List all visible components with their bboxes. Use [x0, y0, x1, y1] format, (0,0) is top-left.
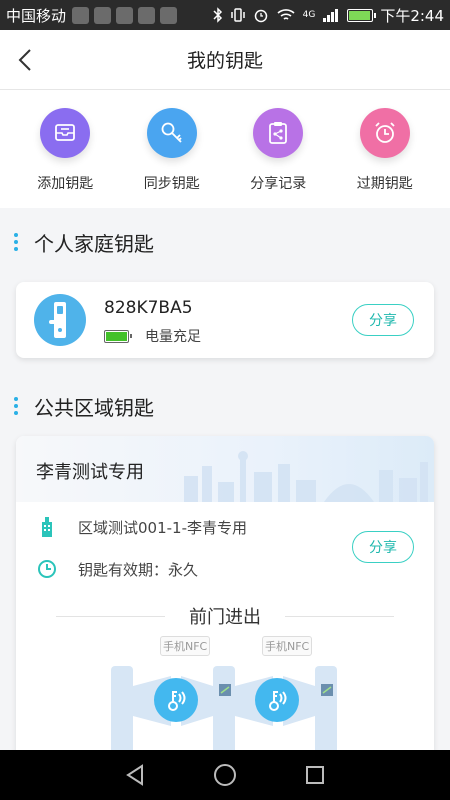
sync-key-icon: [146, 108, 197, 158]
alarm-icon: [254, 9, 267, 23]
door-title: 前门进出: [189, 607, 261, 628]
nav-back-button[interactable]: [123, 763, 147, 787]
wifi-icon: [277, 9, 295, 20]
public-area-card[interactable]: 李青测试专用 区域测试001-1-李青专用 钥匙有效期：永久 分享 前门进出 手…: [16, 436, 434, 766]
clock: 下午2:44: [380, 6, 444, 25]
notification-icons: [72, 6, 178, 24]
public-section-title: 公共区域钥匙: [34, 395, 154, 420]
battery-full-icon: [104, 329, 132, 343]
expired-key-icon: [359, 108, 410, 158]
validity-text: 钥匙有效期：永久: [78, 560, 199, 579]
back-button[interactable]: [14, 46, 36, 74]
share-record-icon: [253, 108, 304, 158]
battery-status-text: 电量充足: [145, 329, 201, 345]
section-marker-icon: [14, 397, 18, 415]
battery-icon: [347, 8, 377, 22]
nav-home-button[interactable]: [213, 763, 237, 787]
public-share-button[interactable]: 分享: [352, 531, 414, 563]
public-section-header: 公共区域钥匙: [0, 386, 450, 426]
divider: [56, 615, 165, 617]
section-marker-icon: [14, 233, 18, 251]
area-detail-row: 区域测试001-1-李青专用: [36, 516, 247, 538]
personal-key-card[interactable]: 828K7BA5 电量充足 分享: [16, 282, 434, 358]
area-card-header: 李青测试专用: [16, 436, 434, 502]
area-detail-text: 区域测试001-1-李青专用: [78, 518, 247, 537]
door-lock-icon: [34, 294, 86, 346]
signal-icon: [323, 9, 339, 22]
add-key-label: 添加钥匙: [37, 176, 94, 192]
page-title: 我的钥匙: [186, 50, 263, 72]
personal-share-button[interactable]: 分享: [352, 304, 414, 336]
personal-section-header: 个人家庭钥匙: [0, 222, 450, 262]
bluetooth-icon: [213, 7, 222, 23]
validity-row: 钥匙有效期：永久: [36, 558, 198, 580]
app-header: 我的钥匙: [0, 30, 450, 90]
clock-icon: [36, 558, 58, 580]
personal-section-title: 个人家庭钥匙: [34, 231, 154, 256]
notification-icon: [94, 6, 112, 24]
status-bar: 中国移动 4G 下午2:44: [0, 0, 450, 30]
notification-icon: [116, 6, 134, 24]
quick-actions: 添加钥匙 同步钥匙 分享记录 过期钥匙: [0, 90, 450, 208]
key-name: 828K7BA5: [104, 298, 193, 318]
divider: [285, 615, 394, 617]
share-record-label: 分享记录: [250, 176, 307, 192]
nfc-label-right: 手机NFC: [262, 636, 313, 656]
carrier-name: 中国移动: [6, 6, 67, 25]
battery-status: 电量充足: [104, 326, 201, 346]
network-type: 4G: [302, 9, 316, 20]
area-name: 李青测试专用: [36, 462, 144, 483]
add-key-icon: [40, 108, 91, 158]
sync-key-button[interactable]: 同步钥匙: [127, 90, 217, 208]
notification-icon: [138, 6, 156, 24]
sync-key-label: 同步钥匙: [143, 176, 200, 192]
city-skyline-decoration: [184, 451, 428, 502]
building-icon: [36, 516, 58, 538]
system-nav-bar: [0, 750, 450, 800]
nfc-label-left: 手机NFC: [160, 636, 211, 656]
notification-icon: [160, 6, 178, 24]
expired-key-label: 过期钥匙: [356, 176, 413, 192]
door-title-row: 前门进出: [56, 604, 394, 628]
add-key-button[interactable]: 添加钥匙: [20, 90, 110, 208]
share-record-button[interactable]: 分享记录: [233, 90, 323, 208]
nav-recents-button[interactable]: [303, 763, 327, 787]
notification-icon: [72, 6, 90, 24]
expired-key-button[interactable]: 过期钥匙: [340, 90, 430, 208]
vibrate-icon: [230, 8, 245, 22]
